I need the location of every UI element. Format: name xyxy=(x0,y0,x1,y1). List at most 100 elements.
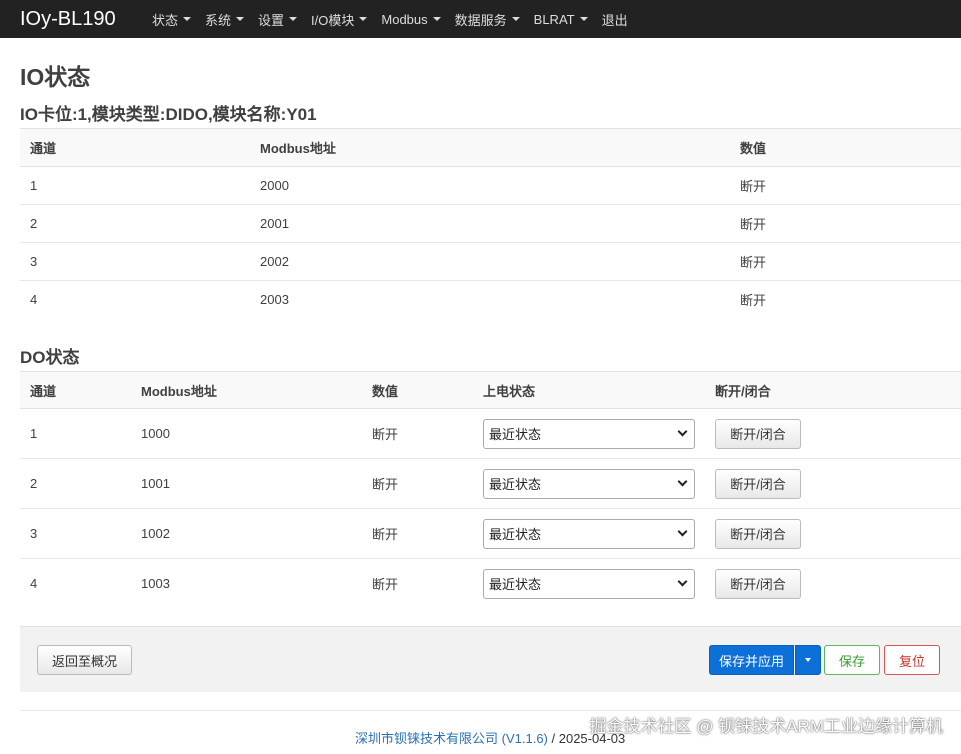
caret-down-icon xyxy=(805,658,811,662)
table-row: 4 2003 断开 xyxy=(20,281,961,319)
company-link[interactable]: 深圳市钡铼技术有限公司 xyxy=(355,731,498,746)
power-on-state-select[interactable]: 最近状态 xyxy=(483,568,695,599)
address-cell: 1001 xyxy=(131,458,362,509)
table-row: 3 2002 断开 xyxy=(20,242,961,281)
column-header: 数值 xyxy=(730,128,961,167)
back-to-overview-button[interactable]: 返回至概况 xyxy=(37,645,132,675)
column-header: 上电状态 xyxy=(473,371,705,409)
reset-button[interactable]: 复位 xyxy=(884,645,940,675)
value-cell: 断开 xyxy=(730,242,961,281)
select-value: 最近状态 xyxy=(489,477,542,492)
value-cell: 断开 xyxy=(362,508,473,559)
value-cell: 断开 xyxy=(740,293,767,309)
channel-cell: 3 xyxy=(20,508,131,559)
nav-label: 系统 xyxy=(205,12,232,28)
power-on-state-select[interactable]: 最近状态 xyxy=(483,518,695,549)
column-header: 通道 xyxy=(20,128,250,167)
caret-down-icon xyxy=(236,17,245,21)
page-title: IO状态 xyxy=(20,64,91,90)
column-header: 数值 xyxy=(362,371,473,409)
version-link[interactable]: (V1.1.6) xyxy=(502,731,548,746)
table-header-row: 通道 Modbus地址 数值 上电状态 断开/闭合 xyxy=(20,371,961,409)
table-header-row: 通道 Modbus地址 数值 xyxy=(20,128,961,167)
column-header: 通道 xyxy=(20,371,131,409)
address-cell: 2001 xyxy=(250,204,730,243)
caret-down-icon xyxy=(511,17,520,21)
table-row: 3 1002 断开 最近状态 断开/闭合 xyxy=(20,508,961,559)
channel-cell: 3 xyxy=(20,242,250,281)
nav-label: 退出 xyxy=(601,12,628,28)
power-on-cell: 最近状态 xyxy=(473,458,705,509)
io-section-title: IO卡位:1,模块类型:DIDO,模块名称:Y01 xyxy=(20,105,317,124)
do-status-table: 通道 Modbus地址 数值 上电状态 断开/闭合 1 1000 断开 最近状态… xyxy=(20,371,961,609)
save-button[interactable]: 保存 xyxy=(824,645,880,675)
watermark: 掘金技术社区 @ 钡铼技术ARM工业边缘计算机 xyxy=(589,717,943,736)
table-row: 2 2001 断开 xyxy=(20,204,961,243)
channel-cell: 2 xyxy=(20,204,250,243)
table-row: 1 2000 断开 xyxy=(20,166,961,205)
table-row: 2 1001 断开 最近状态 断开/闭合 xyxy=(20,458,961,509)
nav-label: 数据服务 xyxy=(454,12,507,28)
top-navbar: IOy-BL190 状态 系统 设置 I/O模块 Modbus 数据服务 BLR… xyxy=(0,0,961,38)
nav-label: I/O模块 xyxy=(311,12,355,28)
io-status-table: 通道 Modbus地址 数值 1 2000 断开 2 2001 断开 3 200… xyxy=(20,128,961,319)
caret-down-icon xyxy=(289,17,298,21)
toggle-button[interactable]: 断开/闭合 xyxy=(715,468,801,499)
power-on-cell: 最近状态 xyxy=(473,408,705,459)
value-cell: 断开 xyxy=(730,204,961,243)
address-cell: 1000 xyxy=(131,408,362,459)
power-on-state-select[interactable]: 最近状态 xyxy=(483,468,695,499)
caret-down-icon xyxy=(183,17,192,21)
footer: 深圳市钡铼技术有限公司 (V1.1.6) / 2025-04-03 xyxy=(355,728,625,747)
channel-cell: 4 xyxy=(30,292,38,308)
nav-label: 设置 xyxy=(258,12,285,28)
address-cell: 2003 xyxy=(260,292,289,308)
toggle-button[interactable]: 断开/闭合 xyxy=(715,418,801,449)
nav-label: 状态 xyxy=(152,12,179,28)
nav-label: Modbus xyxy=(381,11,428,27)
nav-item-logout[interactable]: 退出 xyxy=(595,0,635,38)
nav-item-io-module[interactable]: I/O模块 xyxy=(304,0,374,38)
nav-item-status[interactable]: 状态 xyxy=(145,0,198,38)
nav-item-blrat[interactable]: BLRAT xyxy=(527,0,595,38)
chevron-down-icon xyxy=(677,526,688,537)
address-cell: 1002 xyxy=(131,508,362,559)
channel-cell: 2 xyxy=(20,458,131,509)
address-cell: 2002 xyxy=(250,242,730,281)
power-on-state-select[interactable]: 最近状态 xyxy=(483,418,695,449)
caret-down-icon xyxy=(432,17,441,21)
toggle-button[interactable]: 断开/闭合 xyxy=(715,518,801,549)
save-and-apply-button[interactable]: 保存并应用 xyxy=(709,645,794,675)
toggle-button[interactable]: 断开/闭合 xyxy=(715,568,801,599)
footer-separator: / xyxy=(547,731,559,746)
nav-item-system[interactable]: 系统 xyxy=(198,0,251,38)
brand-logo[interactable]: IOy-BL190 xyxy=(0,8,145,31)
save-apply-dropdown-button[interactable] xyxy=(795,645,821,675)
column-header: Modbus地址 xyxy=(250,128,730,167)
power-on-cell: 最近状态 xyxy=(473,508,705,559)
address-cell: 1003 xyxy=(141,576,170,592)
caret-down-icon xyxy=(579,17,588,21)
channel-cell: 1 xyxy=(20,408,131,459)
toggle-cell: 断开/闭合 xyxy=(705,408,961,459)
address-cell: 2000 xyxy=(250,166,730,205)
value-cell: 断开 xyxy=(730,166,961,205)
footer-divider xyxy=(20,710,961,711)
toggle-cell: 断开/闭合 xyxy=(705,559,961,609)
select-value: 最近状态 xyxy=(489,577,542,593)
value-cell: 断开 xyxy=(362,458,473,509)
action-bar: 返回至概况 保存并应用 保存 复位 xyxy=(20,626,961,692)
toggle-cell: 断开/闭合 xyxy=(705,508,961,559)
do-section-title: DO状态 xyxy=(20,348,80,367)
table-row: 4 1003 断开 最近状态 断开/闭合 xyxy=(20,559,961,609)
chevron-down-icon xyxy=(677,426,688,437)
toggle-cell: 断开/闭合 xyxy=(705,458,961,509)
select-value: 最近状态 xyxy=(489,427,542,442)
channel-cell: 4 xyxy=(30,576,38,592)
column-header: 断开/闭合 xyxy=(705,371,961,409)
chevron-down-icon xyxy=(677,576,688,587)
nav-item-data-service[interactable]: 数据服务 xyxy=(448,0,527,38)
nav-item-settings[interactable]: 设置 xyxy=(251,0,304,38)
nav-item-modbus[interactable]: Modbus xyxy=(374,0,447,38)
value-cell: 断开 xyxy=(372,577,399,593)
